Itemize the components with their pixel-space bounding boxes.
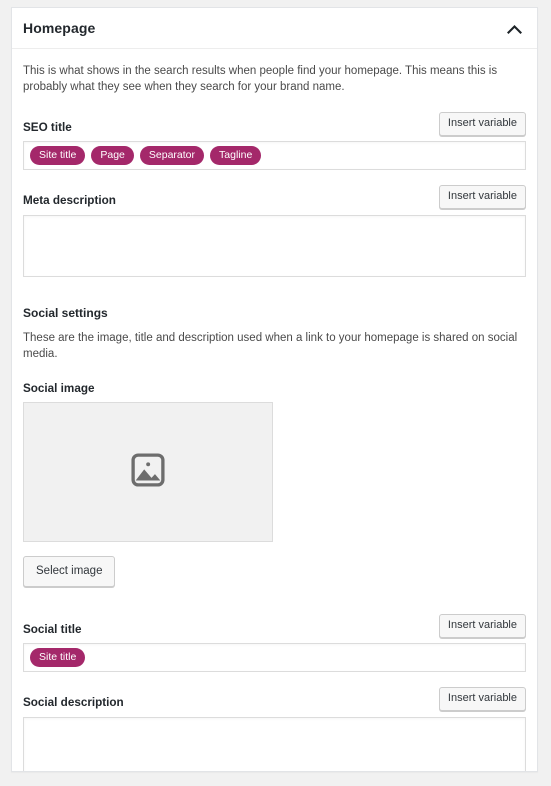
homepage-settings-panel: Homepage This is what shows in the searc… — [11, 7, 538, 772]
meta-description-label: Meta description — [23, 194, 116, 207]
panel-header: Homepage — [12, 8, 537, 49]
page-root: Homepage This is what shows in the searc… — [0, 0, 551, 786]
social-description-label-row: Social description Insert variable — [23, 686, 526, 712]
panel-body: This is what shows in the search results… — [12, 49, 537, 771]
social-description-label: Social description — [23, 696, 124, 709]
meta-description-label-row: Meta description Insert variable — [23, 184, 526, 210]
meta-description-insert-variable-button[interactable]: Insert variable — [438, 185, 526, 209]
meta-description-field: Meta description Insert variable — [23, 184, 526, 277]
social-settings-description: These are the image, title and descripti… — [23, 332, 518, 360]
image-placeholder-icon — [129, 451, 167, 494]
seo-title-input[interactable]: Site title Page Separator Tagline — [23, 141, 526, 170]
page-title: Homepage — [23, 20, 96, 36]
social-title-insert-variable-button[interactable]: Insert variable — [438, 614, 526, 638]
social-title-input[interactable]: Site title — [23, 643, 526, 672]
select-image-button[interactable]: Select image — [23, 556, 116, 587]
panel-intro-text: This is what shows in the search results… — [23, 65, 498, 93]
seo-title-insert-variable-button[interactable]: Insert variable — [438, 112, 526, 136]
social-image-label: Social image — [23, 382, 95, 395]
social-description-insert-variable-button[interactable]: Insert variable — [438, 687, 526, 711]
seo-title-label-row: SEO title Insert variable — [23, 111, 526, 137]
social-title-field: Social title Insert variable Site title — [23, 613, 526, 672]
chevron-up-icon — [506, 24, 522, 34]
social-title-label: Social title — [23, 623, 82, 636]
collapse-panel-button[interactable] — [501, 16, 527, 42]
social-image-field: Social image Select image — [23, 382, 526, 587]
replacement-variable-pill[interactable]: Separator — [139, 146, 205, 165]
social-description-field: Social description Insert variable — [23, 686, 526, 771]
social-title-label-row: Social title Insert variable — [23, 613, 526, 639]
meta-description-textarea[interactable] — [23, 215, 526, 277]
replacement-variable-pill[interactable]: Page — [91, 146, 134, 165]
social-settings-section: Social settings These are the image, tit… — [23, 306, 526, 362]
social-image-dropzone[interactable] — [23, 402, 273, 542]
replacement-variable-pill[interactable]: Tagline — [210, 146, 262, 165]
social-description-textarea[interactable] — [23, 717, 526, 771]
seo-title-label: SEO title — [23, 121, 72, 134]
seo-title-field: SEO title Insert variable Site title Pag… — [23, 111, 526, 170]
replacement-variable-pill[interactable]: Site title — [30, 146, 86, 165]
replacement-variable-pill[interactable]: Site title — [30, 648, 86, 667]
social-settings-heading: Social settings — [23, 306, 108, 320]
